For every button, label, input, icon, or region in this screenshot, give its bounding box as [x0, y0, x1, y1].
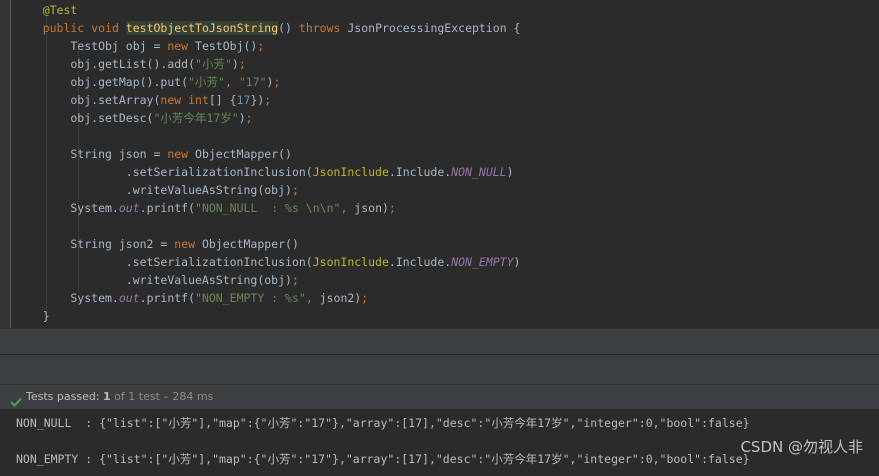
code-token: "小芳今年17岁" [153, 111, 239, 125]
code-token: json) [354, 201, 389, 215]
code-token: ; [264, 93, 272, 107]
code-token: ) [506, 165, 514, 179]
code-line: .writeValueAsString(obj); [0, 181, 879, 199]
code-line: System.out.printf("NON_EMPTY : %s", json… [0, 289, 879, 307]
code-token: TestObj() [195, 39, 258, 53]
code-line: .setSerializationInclusion(JsonInclude.I… [0, 163, 879, 181]
code-editor[interactable]: @Test public void testObjectToJsonString… [0, 0, 879, 328]
tests-count: 1 [103, 390, 111, 403]
code-token: new [174, 237, 202, 251]
code-token: throws [298, 21, 348, 35]
code-token: TestObj obj = [15, 39, 168, 53]
code-line: } [0, 307, 879, 325]
code-token: testObjectToJsonString [125, 21, 279, 35]
watermark: CSDN @勿视人非 [740, 438, 863, 456]
code-token: NON_EMPTY [451, 255, 514, 269]
code-token: .Include. [388, 255, 452, 269]
code-token: json2) [319, 291, 362, 305]
code-token: JsonProcessingException { [347, 21, 521, 35]
tests-passed-label: Tests passed: 1 of 1 test – 284 ms [26, 385, 213, 409]
code-token: ; [361, 291, 369, 305]
code-token: }) [250, 93, 265, 107]
code-token: .setSerializationInclusion( [15, 165, 313, 179]
code-line: System.out.printf("NON_NULL : %s \n\n", … [0, 199, 879, 217]
code-token: out [118, 291, 140, 305]
code-token: ; [291, 273, 299, 287]
code-token: ; [291, 183, 299, 197]
code-token: () [278, 21, 299, 35]
code-token: new [167, 147, 196, 161]
code-token: .Include. [388, 165, 452, 179]
code-line: public void testObjectToJsonString() thr… [0, 19, 879, 37]
code-token: "NON_EMPTY : %s" [195, 291, 306, 305]
code-line: .writeValueAsString(obj); [0, 271, 879, 289]
code-token: ; [388, 201, 396, 215]
code-token: System. [15, 291, 119, 305]
code-token: obj.setDesc( [15, 111, 154, 125]
code-token: String json = [15, 147, 168, 161]
code-token: .setSerializationInclusion( [15, 255, 313, 269]
editor-status-strip [0, 328, 879, 355]
code-line: obj.getMap().put("小芳", "17"); [0, 73, 879, 91]
code-token: JsonInclude [312, 255, 389, 269]
code-token: ObjectMapper() [201, 237, 299, 251]
console-line-non-empty: NON_EMPTY : {"list":["小芳"],"map":{"小芳":"… [16, 452, 750, 466]
code-token: String json2 = [15, 237, 175, 251]
check-icon [10, 392, 22, 408]
code-token: ; [273, 75, 281, 89]
code-token: .writeValueAsString(obj) [15, 273, 292, 287]
code-token: , [340, 201, 355, 215]
code-token: "17" [238, 75, 267, 89]
code-line: obj.getList().add("小芳"); [0, 55, 879, 73]
code-token: , [305, 291, 320, 305]
code-line: @Test [0, 1, 879, 19]
code-line: obj.setDesc("小芳今年17岁"); [0, 109, 879, 127]
code-token: obj.setArray( [15, 93, 161, 107]
code-token: obj.getMap().put( [15, 75, 189, 89]
console-line-non-null: NON_NULL : {"list":["小芳"],"map":{"小芳":"1… [16, 416, 750, 430]
code-token: ; [245, 111, 253, 125]
code-token: ) [231, 57, 239, 71]
code-line: .setSerializationInclusion(JsonInclude.I… [0, 253, 879, 271]
run-tool-window-header [0, 354, 879, 385]
code-token: "NON_NULL : %s \n\n" [195, 201, 341, 215]
code-token: ObjectMapper() [195, 147, 292, 161]
code-token: public void [42, 21, 126, 35]
tests-summary: of 1 test – 284 ms [110, 390, 214, 403]
code-token: @Test [42, 3, 78, 17]
code-token: JsonInclude [312, 165, 389, 179]
code-token: ) [513, 255, 521, 269]
code-token: System. [15, 201, 119, 215]
code-token: } [15, 309, 50, 323]
code-token: new int [160, 93, 209, 107]
code-token: NON_NULL [451, 165, 507, 179]
code-token: "小芳" [195, 57, 232, 71]
code-token: .printf( [139, 201, 196, 215]
code-token: , [224, 75, 239, 89]
tests-prefix: Tests passed: [26, 390, 104, 403]
code-line: TestObj obj = new TestObj(); [0, 37, 879, 55]
code-token: ; [238, 57, 246, 71]
code-line: String json = new ObjectMapper() [0, 145, 879, 163]
code-token: "小芳" [188, 75, 225, 89]
code-line: String json2 = new ObjectMapper() [0, 235, 879, 253]
code-token: [] { [208, 93, 237, 107]
code-token: ) [238, 111, 246, 125]
code-line: obj.setArray(new int[] {17}); [0, 91, 879, 109]
code-token: ; [257, 39, 265, 53]
code-token: .writeValueAsString(obj) [15, 183, 292, 197]
code-token: .printf( [139, 291, 196, 305]
code-token: new [167, 39, 196, 53]
code-token: out [118, 201, 140, 215]
test-results-bar: Tests passed: 1 of 1 test – 284 ms [0, 384, 879, 410]
code-token: obj.getList().add( [15, 57, 196, 71]
code-token: 17 [236, 93, 251, 107]
